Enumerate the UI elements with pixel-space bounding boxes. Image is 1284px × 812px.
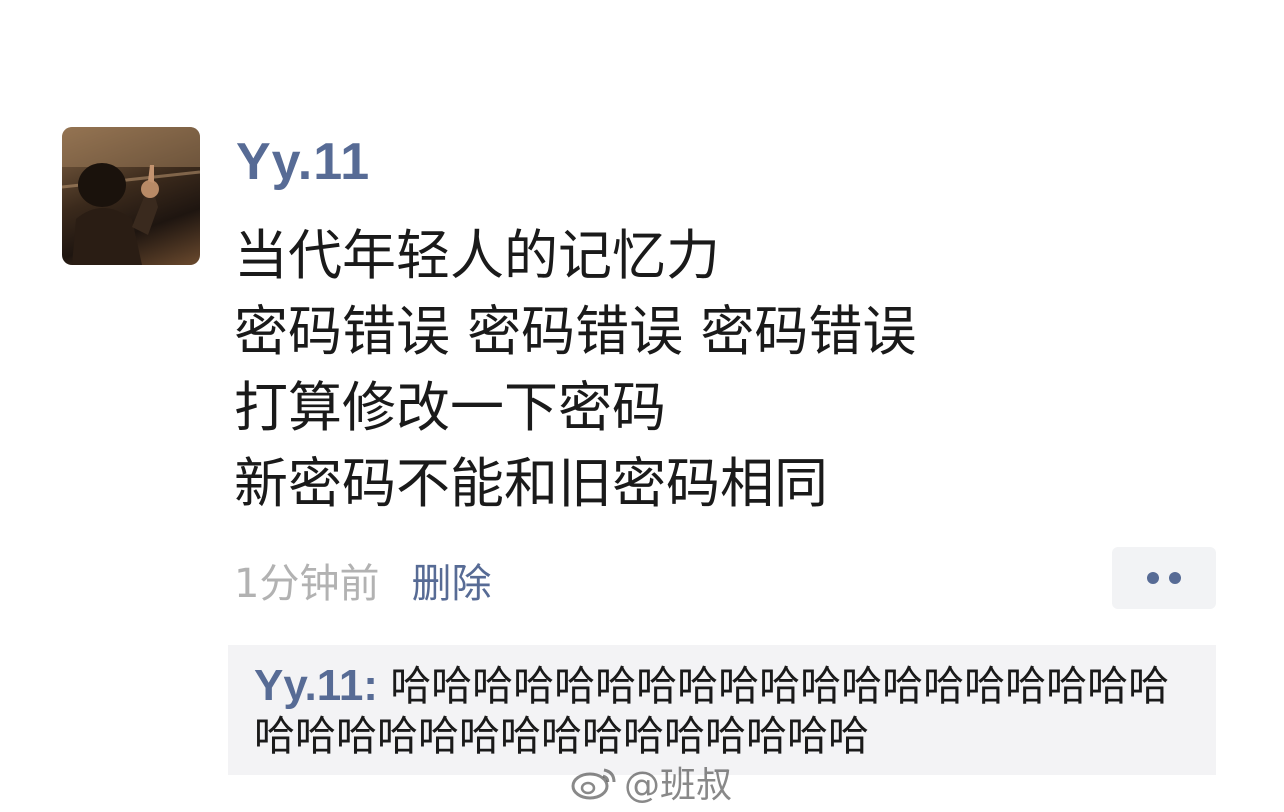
post-timestamp: 1分钟前 (234, 561, 380, 607)
weibo-logo-icon (571, 768, 616, 800)
post-meta: 1分钟前 删除 (234, 548, 491, 612)
post-content: 当代年轻人的记忆力 密码错误 密码错误 密码错误 打算修改一下密码 新密码不能和… (234, 218, 1234, 522)
more-dots-icon (1147, 572, 1159, 584)
post-line: 当代年轻人的记忆力 (234, 224, 720, 287)
comment-author[interactable]: Yy.11 (254, 661, 363, 710)
comment-separator: : (363, 661, 391, 710)
comment-text: 哈哈哈哈哈哈哈哈哈哈哈哈哈哈哈哈哈哈哈哈哈哈哈哈哈哈哈哈哈哈哈哈哈哈 (254, 662, 1170, 760)
post-line: 密码错误 密码错误 密码错误 (234, 300, 917, 363)
post-line: 新密码不能和旧密码相同 (234, 452, 828, 515)
more-actions-button[interactable] (1112, 547, 1216, 609)
avatar-photo (62, 127, 200, 265)
more-dots-icon (1169, 572, 1181, 584)
post-username[interactable]: Yy.11 (236, 130, 370, 194)
avatar[interactable] (62, 127, 200, 265)
post-line: 打算修改一下密码 (234, 376, 666, 439)
comment-item[interactable]: Yy.11: 哈哈哈哈哈哈哈哈哈哈哈哈哈哈哈哈哈哈哈哈哈哈哈哈哈哈哈哈哈哈哈哈哈… (254, 661, 1204, 761)
watermark-text: @班叔 (624, 765, 733, 806)
watermark: @班叔 (570, 758, 732, 806)
delete-button[interactable]: 删除 (411, 551, 491, 609)
